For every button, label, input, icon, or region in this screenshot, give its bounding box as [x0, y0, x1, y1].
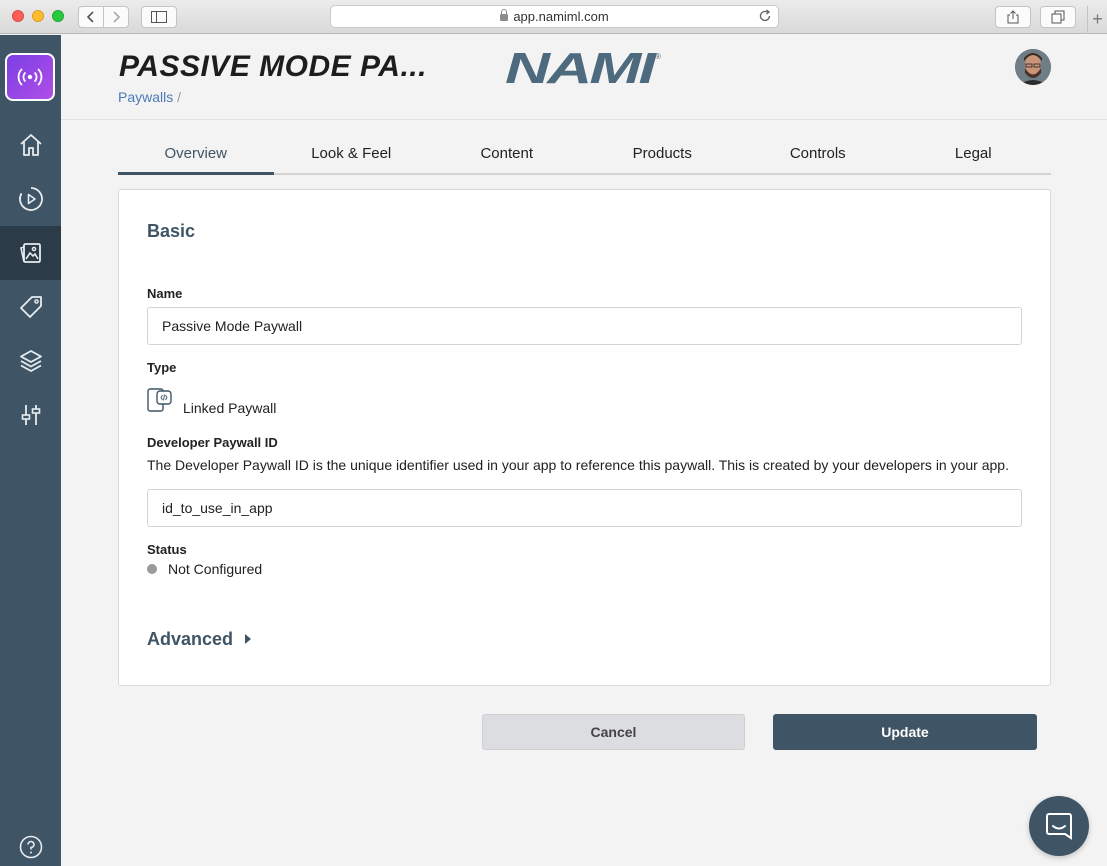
tabs-overview-button[interactable] [1040, 6, 1076, 28]
app-logo-button[interactable] [5, 53, 55, 101]
tab-legal[interactable]: Legal [896, 137, 1052, 173]
campaigns-icon [18, 187, 43, 211]
chat-launcher-button[interactable] [1029, 796, 1089, 856]
nami-logo: NAMI ® [505, 44, 665, 93]
user-avatar[interactable] [1015, 49, 1051, 85]
basic-settings-card: Basic Name Passive Mode Paywall Type Lin… [118, 189, 1051, 686]
advanced-toggle[interactable]: Advanced [147, 629, 252, 650]
sidebar-item-layers[interactable] [0, 334, 61, 388]
caret-right-icon [245, 633, 252, 644]
developer-paywall-id-description: The Developer Paywall ID is the unique i… [147, 457, 1009, 473]
linked-paywall-icon [147, 388, 172, 412]
chevron-right-icon [113, 11, 121, 23]
share-icon [1007, 10, 1019, 24]
window-minimize-button[interactable] [32, 10, 44, 22]
status-value: Not Configured [168, 561, 263, 577]
sidebar-item-products[interactable] [0, 280, 61, 334]
sidebar-item-home[interactable] [0, 118, 61, 172]
sidebar-icon [151, 11, 167, 23]
sidebar-item-paywalls[interactable] [0, 226, 61, 280]
back-button[interactable] [78, 6, 104, 28]
url-text: app.namiml.com [513, 9, 609, 24]
breadcrumb: Paywalls / [118, 89, 181, 105]
status-dot [147, 564, 157, 574]
sidebar-item-campaigns[interactable] [0, 172, 61, 226]
developer-paywall-id-label: Developer Paywall ID [147, 435, 278, 450]
window-close-button[interactable] [12, 10, 24, 22]
tab-products[interactable]: Products [585, 137, 741, 173]
status-row: Not Configured [147, 561, 262, 577]
developer-paywall-id-field[interactable]: id_to_use_in_app [147, 489, 1022, 527]
tag-icon [19, 296, 42, 318]
advanced-label: Advanced [147, 629, 234, 649]
new-tab-button[interactable]: + [1087, 6, 1107, 34]
broadcast-icon [17, 68, 43, 86]
reload-icon[interactable] [758, 9, 772, 23]
help-button[interactable] [0, 819, 61, 866]
paywalls-icon [19, 243, 41, 263]
address-bar[interactable]: app.namiml.com [330, 5, 779, 28]
type-value: Linked Paywall [183, 400, 277, 416]
name-field[interactable]: Passive Mode Paywall [147, 307, 1022, 345]
section-title-basic: Basic [147, 221, 196, 241]
sliders-icon [21, 405, 40, 425]
type-label: Type [147, 360, 177, 375]
layers-icon [19, 350, 42, 373]
home-icon [19, 134, 42, 156]
tab-bar: Overview Look & Feel Content Products Co… [118, 137, 1051, 175]
tab-controls[interactable]: Controls [740, 137, 896, 173]
name-label: Name [147, 286, 183, 301]
help-icon [19, 835, 42, 859]
update-button[interactable]: Update [773, 714, 1037, 750]
sidebar-item-settings[interactable] [0, 388, 61, 442]
logo-wordmark: NAMI [505, 50, 657, 86]
breadcrumb-link-paywalls[interactable]: Paywalls [118, 89, 173, 105]
sidebar-toggle-button[interactable] [141, 6, 177, 28]
type-value-row: Linked Paywall [147, 388, 277, 416]
tab-look-and-feel[interactable]: Look & Feel [274, 137, 430, 173]
chevron-left-icon [86, 11, 94, 23]
share-button[interactable] [995, 6, 1031, 28]
browser-toolbar: app.namiml.com + [0, 0, 1107, 34]
page-title: PASSIVE MODE PA... [119, 50, 427, 83]
cancel-button[interactable]: Cancel [482, 714, 745, 750]
sidebar [0, 35, 61, 866]
tab-overview[interactable]: Overview [118, 137, 274, 175]
forward-button[interactable] [103, 6, 129, 28]
registered-mark: ® [655, 52, 661, 61]
tabs-icon [1051, 10, 1065, 24]
header-divider [61, 119, 1107, 120]
status-label: Status [147, 542, 187, 557]
window-zoom-button[interactable] [52, 10, 64, 22]
breadcrumb-separator: / [177, 89, 182, 105]
lock-icon [500, 9, 509, 21]
chat-icon [1046, 813, 1072, 840]
tab-content[interactable]: Content [429, 137, 585, 173]
